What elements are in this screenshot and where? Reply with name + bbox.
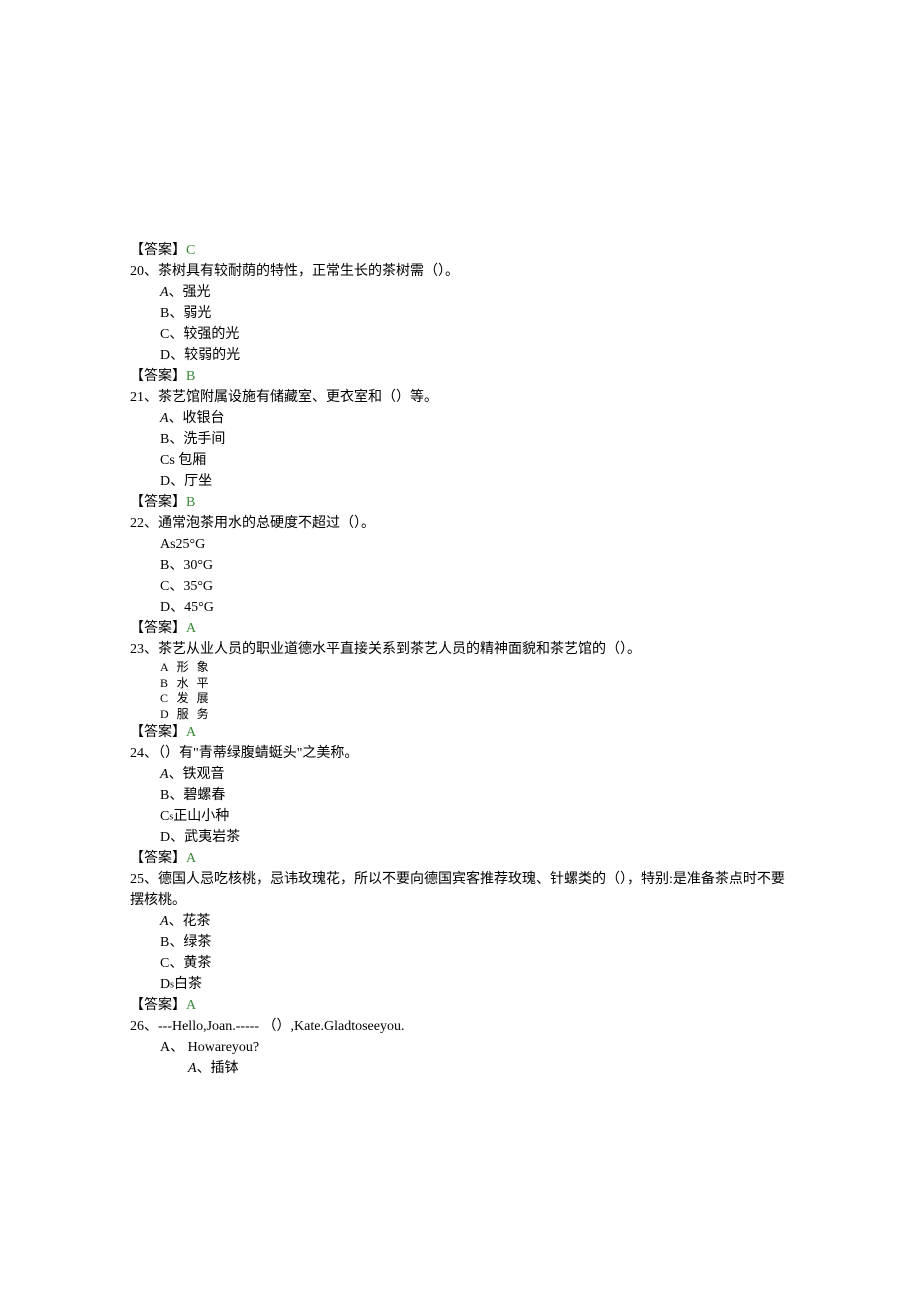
question-20: 20、茶树具有较耐荫的特性，正常生长的茶树需（）。: [130, 261, 790, 282]
q23-label-column: A B C D: [160, 660, 169, 722]
answer-value: A: [186, 621, 196, 636]
q20-option-c: C、较强的光: [130, 324, 790, 345]
q23-label-b: B: [160, 676, 169, 692]
q21-option-a: A、收银台: [130, 408, 790, 429]
q25-option-c: C、黄茶: [130, 953, 790, 974]
answer-value: B: [186, 495, 195, 510]
answer-prefix: 【答案】: [130, 998, 186, 1013]
answer-24: 【答案】A: [130, 848, 790, 869]
answer-prefix: 【答案】: [130, 243, 186, 258]
option-text: 、花茶: [169, 914, 211, 929]
q26-sub-option-a: A、插钵: [130, 1058, 790, 1079]
question-26: 26、---Hello,Joan.----- （）,Kate.Gladtosee…: [130, 1016, 790, 1037]
q23-options-block: A B C D 形象 水平 发展 服务: [130, 660, 790, 722]
answer-prefix: 【答案】: [130, 725, 186, 740]
q25-option-b: B、绿茶: [130, 932, 790, 953]
answer-25: 【答案】A: [130, 995, 790, 1016]
question-23: 23、茶艺从业人员的职业道德水平直接关系到茶艺人员的精神面貌和茶艺馆的（）。: [130, 639, 790, 660]
q21-option-c: Cs 包厢: [130, 450, 790, 471]
answer-prefix: 【答案】: [130, 851, 186, 866]
q23-label-d: D: [160, 707, 169, 723]
answer-23: 【答案】A: [130, 722, 790, 743]
answer-22: 【答案】A: [130, 618, 790, 639]
answer-value: B: [186, 369, 195, 384]
q20-option-b: B、弱光: [130, 303, 790, 324]
q24-option-b: B、碧螺春: [130, 785, 790, 806]
question-25: 25、德国人忌吃核桃，忌讳玫瑰花，所以不要向德国宾客推荐玫瑰、针螺类的（），特别…: [130, 869, 790, 911]
answer-value: A: [186, 851, 196, 866]
answer-19: 【答案】C: [130, 240, 790, 261]
option-text: 白茶: [174, 977, 202, 992]
q23-text-column: 形象 水平 发展 服务: [177, 660, 217, 722]
answer-20: 【答案】B: [130, 366, 790, 387]
option-text: 、强光: [169, 285, 211, 300]
q22-option-d: D、45°G: [130, 597, 790, 618]
q23-text-d: 服务: [177, 707, 217, 723]
answer-prefix: 【答案】: [130, 621, 186, 636]
q20-option-a: A、强光: [130, 282, 790, 303]
option-text: 、铁观音: [169, 767, 225, 782]
q22-option-a: As25°G: [130, 534, 790, 555]
question-21: 21、茶艺馆附属设施有储藏室、更衣室和（）等。: [130, 387, 790, 408]
q25-option-d: Ds白茶: [130, 974, 790, 995]
q26-option-a: A、 Howareyou?: [130, 1037, 790, 1058]
option-label: A: [188, 1061, 197, 1076]
q20-option-d: D、较弱的光: [130, 345, 790, 366]
answer-21: 【答案】B: [130, 492, 790, 513]
option-text: 、收银台: [169, 411, 225, 426]
q22-option-c: C、35°G: [130, 576, 790, 597]
q22-option-b: B、30°G: [130, 555, 790, 576]
q24-option-a: A、铁观音: [130, 764, 790, 785]
option-text: 、插钵: [197, 1061, 239, 1076]
q23-text-a: 形象: [177, 660, 217, 676]
question-22: 22、通常泡茶用水的总硬度不超过（）。: [130, 513, 790, 534]
option-label: A: [160, 411, 169, 426]
q23-label-a: A: [160, 660, 169, 676]
option-text: 正山小种: [173, 809, 229, 824]
answer-prefix: 【答案】: [130, 495, 186, 510]
q24-option-c: Cs正山小种: [130, 806, 790, 827]
answer-value: A: [186, 725, 196, 740]
option-label: A: [160, 285, 169, 300]
q23-text-c: 发展: [177, 691, 217, 707]
question-24: 24、（）有"青蒂绿腹蜻蜓头"之美称。: [130, 743, 790, 764]
option-label: A: [160, 914, 169, 929]
q21-option-b: B、洗手间: [130, 429, 790, 450]
q23-label-c: C: [160, 691, 169, 707]
option-label: D: [160, 977, 170, 992]
q23-text-b: 水平: [177, 676, 217, 692]
answer-value: A: [186, 998, 196, 1013]
q21-option-d: D、厅坐: [130, 471, 790, 492]
q25-option-a: A、花茶: [130, 911, 790, 932]
answer-value: C: [186, 243, 195, 258]
answer-prefix: 【答案】: [130, 369, 186, 384]
q24-option-d: D、武夷岩茶: [130, 827, 790, 848]
option-label: C: [160, 809, 169, 824]
option-label: A: [160, 767, 169, 782]
